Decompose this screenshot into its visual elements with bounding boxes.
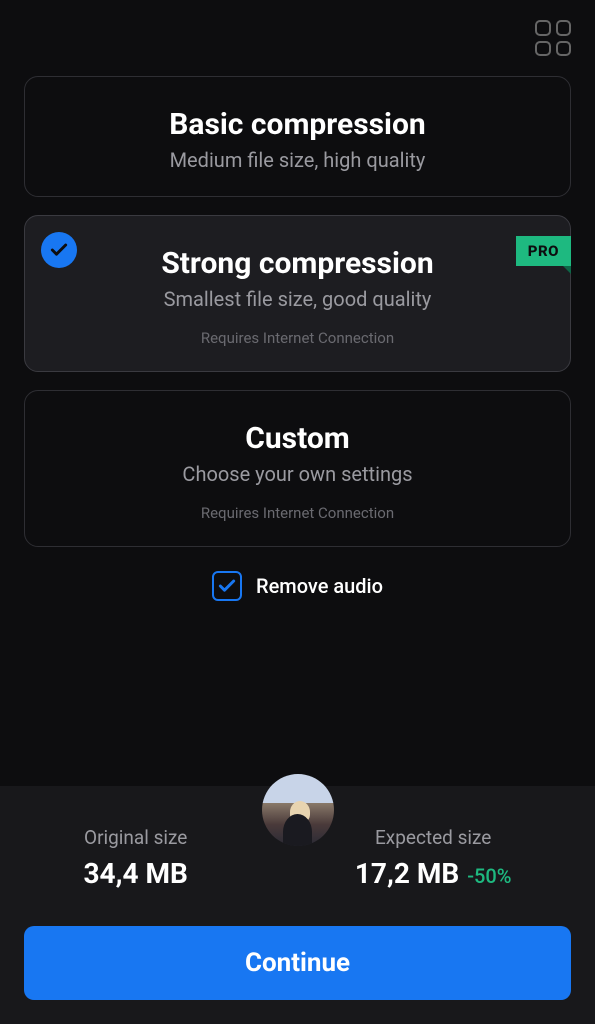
option-custom-note: Requires Internet Connection bbox=[49, 504, 546, 522]
option-strong-note: Requires Internet Connection bbox=[49, 329, 546, 347]
bottom-panel: Original size 34,4 MB Expected size 17,2… bbox=[0, 786, 595, 1024]
grid-view-icon[interactable] bbox=[535, 20, 571, 56]
option-custom[interactable]: Custom Choose your own settings Requires… bbox=[24, 390, 571, 547]
option-basic-title: Basic compression bbox=[49, 107, 546, 142]
expected-size-value: 17,2 MB bbox=[355, 857, 459, 890]
option-custom-title: Custom bbox=[49, 421, 546, 456]
continue-button[interactable]: Continue bbox=[24, 926, 571, 1000]
pro-badge: PRO bbox=[516, 236, 571, 266]
size-reduction: -50% bbox=[467, 864, 511, 888]
remove-audio-toggle[interactable]: Remove audio bbox=[0, 571, 595, 601]
remove-audio-label: Remove audio bbox=[256, 574, 383, 598]
original-size-value: 34,4 MB bbox=[83, 857, 187, 890]
option-strong-title: Strong compression bbox=[49, 246, 546, 281]
video-thumbnail[interactable] bbox=[262, 774, 334, 846]
option-strong-subtitle: Smallest file size, good quality bbox=[49, 287, 546, 311]
checkbox-icon bbox=[212, 571, 242, 601]
option-strong[interactable]: PRO Strong compression Smallest file siz… bbox=[24, 215, 571, 372]
continue-button-label: Continue bbox=[245, 948, 350, 978]
option-basic[interactable]: Basic compression Medium file size, high… bbox=[24, 76, 571, 197]
option-basic-subtitle: Medium file size, high quality bbox=[49, 148, 546, 172]
option-custom-subtitle: Choose your own settings bbox=[49, 462, 546, 486]
check-icon bbox=[41, 232, 77, 268]
